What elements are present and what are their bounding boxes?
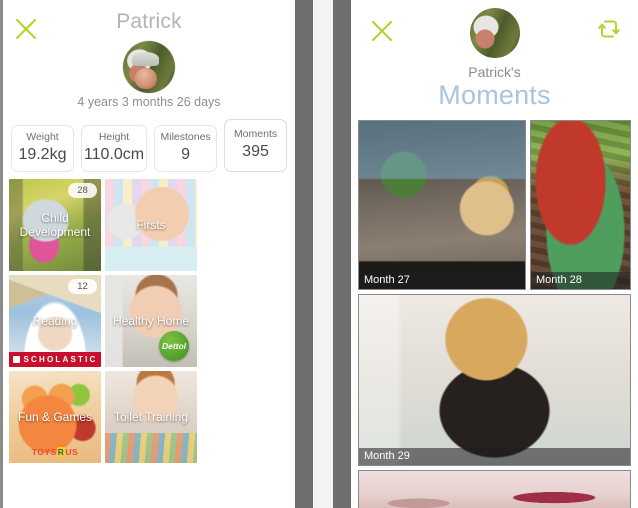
moments-heading: Moments: [438, 80, 551, 110]
stats-row: Weight 19.2kg Height 110.0cm Milestones …: [3, 116, 295, 172]
stat-value: 395: [242, 143, 269, 160]
dettol-logo: Dettol: [159, 331, 189, 361]
avatar[interactable]: [123, 41, 175, 93]
profile-header: Patrick 4 years 3 months 26 days: [3, 0, 295, 116]
stat-card-milestones[interactable]: Milestones 9: [154, 125, 218, 172]
tile-badge: 28: [68, 183, 97, 198]
tile-healthy-home[interactable]: Healthy Home Dettol: [105, 275, 197, 367]
tile-firsts[interactable]: Firsts: [105, 179, 197, 271]
photo-row: [358, 470, 631, 508]
stat-label: Milestones: [160, 131, 211, 143]
moments-header: Patrick's Moments: [351, 0, 638, 120]
close-x-icon[interactable]: [369, 18, 395, 44]
tile-badge: 12: [68, 279, 97, 294]
moment-photo[interactable]: Month 27: [358, 120, 526, 290]
stat-card-height[interactable]: Height 110.0cm: [80, 125, 148, 172]
scholastic-logo: SCHOLASTIC: [9, 352, 101, 367]
tile-label: Firsts: [136, 218, 166, 232]
moments-photo-grid: Month 27 Month 28 Month 29: [351, 120, 638, 508]
tile-toilet-training[interactable]: Toilet Training: [105, 371, 197, 463]
page-title: Patrick: [116, 10, 182, 33]
brand-text: SCHOLASTIC: [23, 355, 98, 364]
tile-label: Reading: [32, 314, 78, 328]
tile-label: Toilet Training: [113, 410, 189, 424]
toysrus-logo: TOYSRUS: [31, 447, 79, 457]
moment-photo[interactable]: Month 29: [358, 294, 631, 466]
category-tile-grid: 28 Child Development Firsts 12 Reading S…: [3, 172, 295, 463]
tile-fun-and-games[interactable]: Fun & Games TOYSRUS: [9, 371, 101, 463]
photo-row: Month 27 Month 28: [358, 120, 631, 290]
photo-row: Month 29: [358, 294, 631, 466]
tile-child-development[interactable]: 28 Child Development: [9, 179, 101, 271]
avatar[interactable]: [469, 8, 520, 58]
tile-label: Fun & Games: [17, 410, 93, 424]
moment-photo[interactable]: [358, 470, 631, 508]
stat-label: Height: [98, 131, 130, 143]
tile-label: Healthy Home: [112, 314, 190, 328]
refresh-sync-icon[interactable]: [596, 16, 622, 42]
stat-card-weight[interactable]: Weight 19.2kg: [11, 125, 74, 172]
stat-label: Weight: [26, 131, 59, 143]
moments-panel: Patrick's Moments Month 27 Month 28 Mont…: [351, 0, 638, 508]
stat-card-moments[interactable]: Moments 395: [224, 119, 287, 172]
child-age-text: 4 years 3 months 26 days: [77, 95, 221, 109]
stat-value: 9: [181, 146, 191, 163]
app-screenshot: Patrick 4 years 3 months 26 days Weight …: [0, 0, 638, 508]
photo-month-label: Month 27: [359, 272, 525, 289]
stat-value: 19.2kg: [18, 146, 67, 163]
moment-photo[interactable]: Month 28: [530, 120, 631, 290]
stat-label: Moments: [233, 128, 278, 140]
child-profile-panel: Patrick 4 years 3 months 26 days Weight …: [3, 0, 295, 508]
photo-month-label: Month 29: [359, 448, 630, 465]
panel-gutter: [295, 0, 351, 508]
tile-reading[interactable]: 12 Reading SCHOLASTIC: [9, 275, 101, 367]
moments-subtitle: Patrick's: [468, 64, 521, 80]
photo-month-label: Month 28: [531, 272, 630, 289]
tile-label: Child Development: [19, 211, 91, 239]
stat-value: 110.0cm: [83, 146, 145, 163]
